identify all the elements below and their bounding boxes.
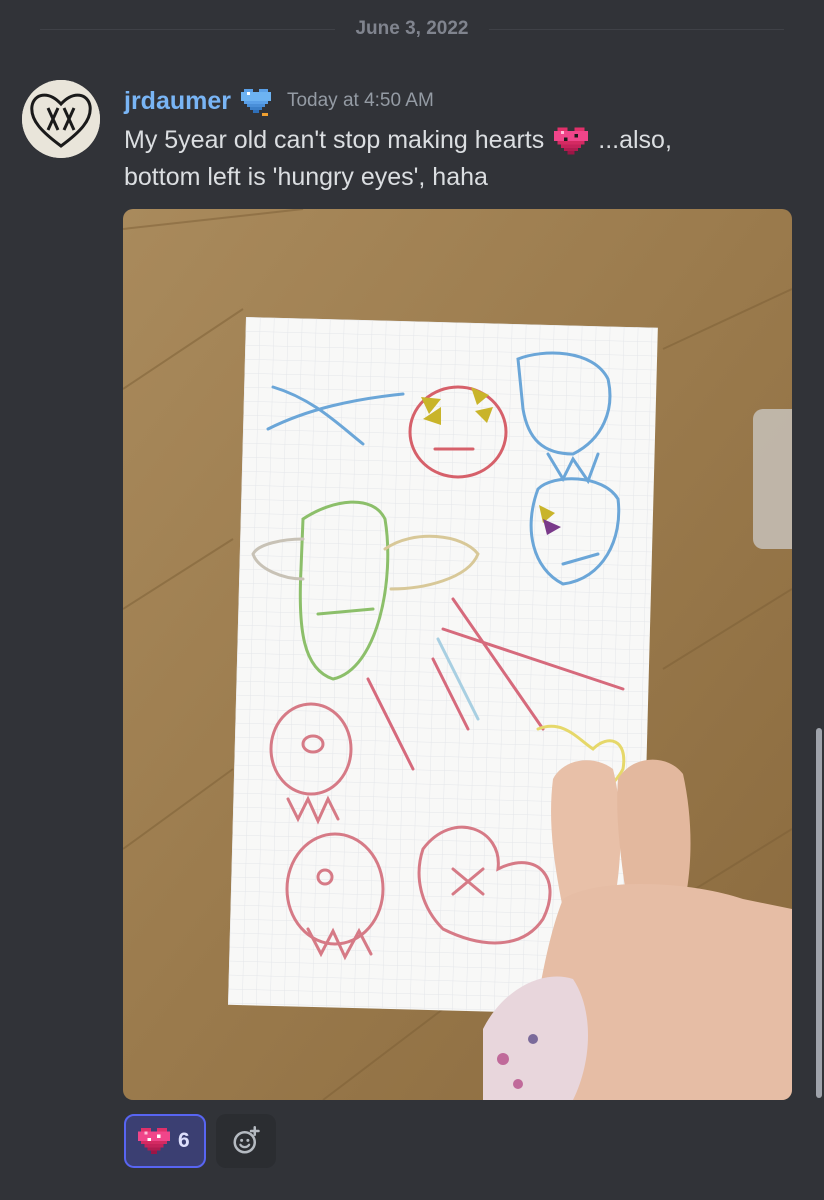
pixel-heart-pink-icon	[554, 126, 589, 155]
pixel-heart-pink-icon	[138, 1128, 170, 1154]
image-attachment[interactable]	[123, 209, 792, 1100]
date-divider-label: June 3, 2022	[355, 18, 469, 39]
avatar-logo-icon	[22, 80, 100, 158]
reactions-bar: 6	[124, 1114, 276, 1168]
message-text-part2: ...also,	[598, 126, 672, 154]
message-text-line2: bottom left is 'hungry eyes', haha	[124, 163, 488, 191]
divider-line-right	[488, 28, 784, 30]
smiley-plus-icon	[233, 1126, 260, 1154]
timestamp: Today at 4:50 AM	[286, 90, 434, 111]
message-text-part1: My 5year old can't stop making hearts	[124, 126, 545, 154]
message-header: jrdaumer Today at 4:50 AM	[124, 84, 434, 118]
reaction-pink-heart[interactable]: 6	[124, 1114, 206, 1168]
date-divider: June 3, 2022	[40, 14, 784, 44]
scrollbar[interactable]	[816, 728, 822, 1098]
photo-drawing	[123, 209, 792, 1100]
reaction-count: 6	[178, 1129, 190, 1152]
username[interactable]: jrdaumer	[124, 87, 231, 116]
pixel-heart-blue-icon[interactable]	[240, 86, 271, 116]
add-reaction-button[interactable]	[215, 1114, 276, 1168]
message-content: My 5year old can't stop making hearts ..…	[124, 122, 784, 196]
avatar[interactable]	[22, 80, 100, 158]
divider-line-left	[40, 28, 336, 30]
